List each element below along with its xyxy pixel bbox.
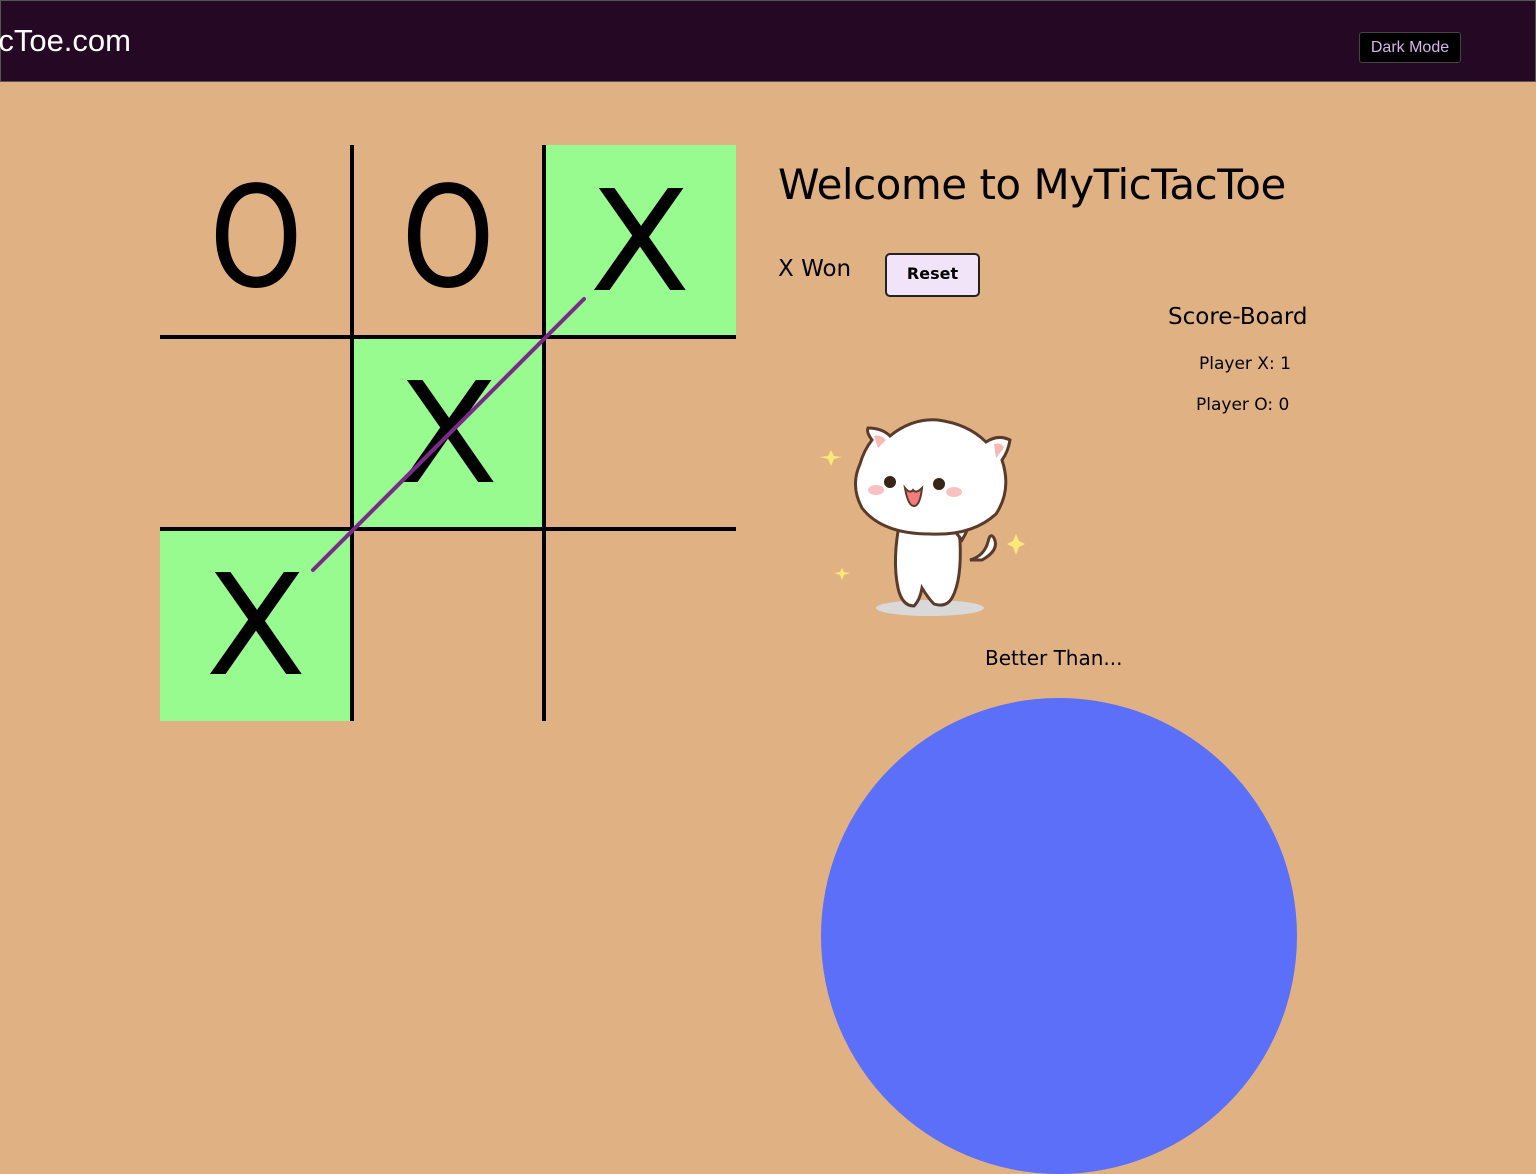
game-status: X Won bbox=[778, 256, 852, 282]
board-cell-7[interactable] bbox=[352, 529, 544, 721]
score-player-o: Player O: 0 bbox=[1196, 395, 1290, 415]
decorative-circle bbox=[821, 698, 1297, 1174]
board-cell-3[interactable] bbox=[160, 337, 352, 529]
board-cell-5[interactable] bbox=[544, 337, 736, 529]
brand-logo[interactable]: MyTicTacToe.com bbox=[0, 23, 131, 59]
board-cell-4[interactable]: X bbox=[352, 337, 544, 529]
score-player-x: Player X: 1 bbox=[1199, 354, 1291, 374]
navbar: MyTicTacToe.com Dark Mode bbox=[0, 0, 1536, 82]
dark-mode-button[interactable]: Dark Mode bbox=[1359, 32, 1461, 63]
reset-button[interactable]: Reset bbox=[885, 253, 980, 297]
scoreboard-title: Score-Board bbox=[1168, 304, 1308, 330]
celebrating-cat-icon bbox=[820, 418, 1025, 616]
board-cell-2[interactable]: X bbox=[544, 145, 736, 337]
cell-mark: X bbox=[205, 545, 307, 708]
board-cell-8[interactable] bbox=[544, 529, 736, 721]
cell-mark: X bbox=[589, 161, 691, 324]
game-board: O O X X X bbox=[160, 145, 736, 721]
grid-line-vertical bbox=[542, 145, 546, 721]
board-cell-0[interactable]: O bbox=[160, 145, 352, 337]
board-cell-6[interactable]: X bbox=[160, 529, 352, 721]
cell-mark: O bbox=[209, 157, 303, 320]
grid-line-horizontal bbox=[160, 335, 736, 339]
tagline: Better Than... bbox=[985, 646, 1123, 670]
cell-mark: O bbox=[401, 157, 495, 320]
grid-line-horizontal bbox=[160, 527, 736, 531]
page-title: Welcome to MyTicTacToe bbox=[778, 160, 1286, 209]
board-cell-1[interactable]: O bbox=[352, 145, 544, 337]
cell-mark: X bbox=[397, 353, 499, 516]
grid-line-vertical bbox=[350, 145, 354, 721]
